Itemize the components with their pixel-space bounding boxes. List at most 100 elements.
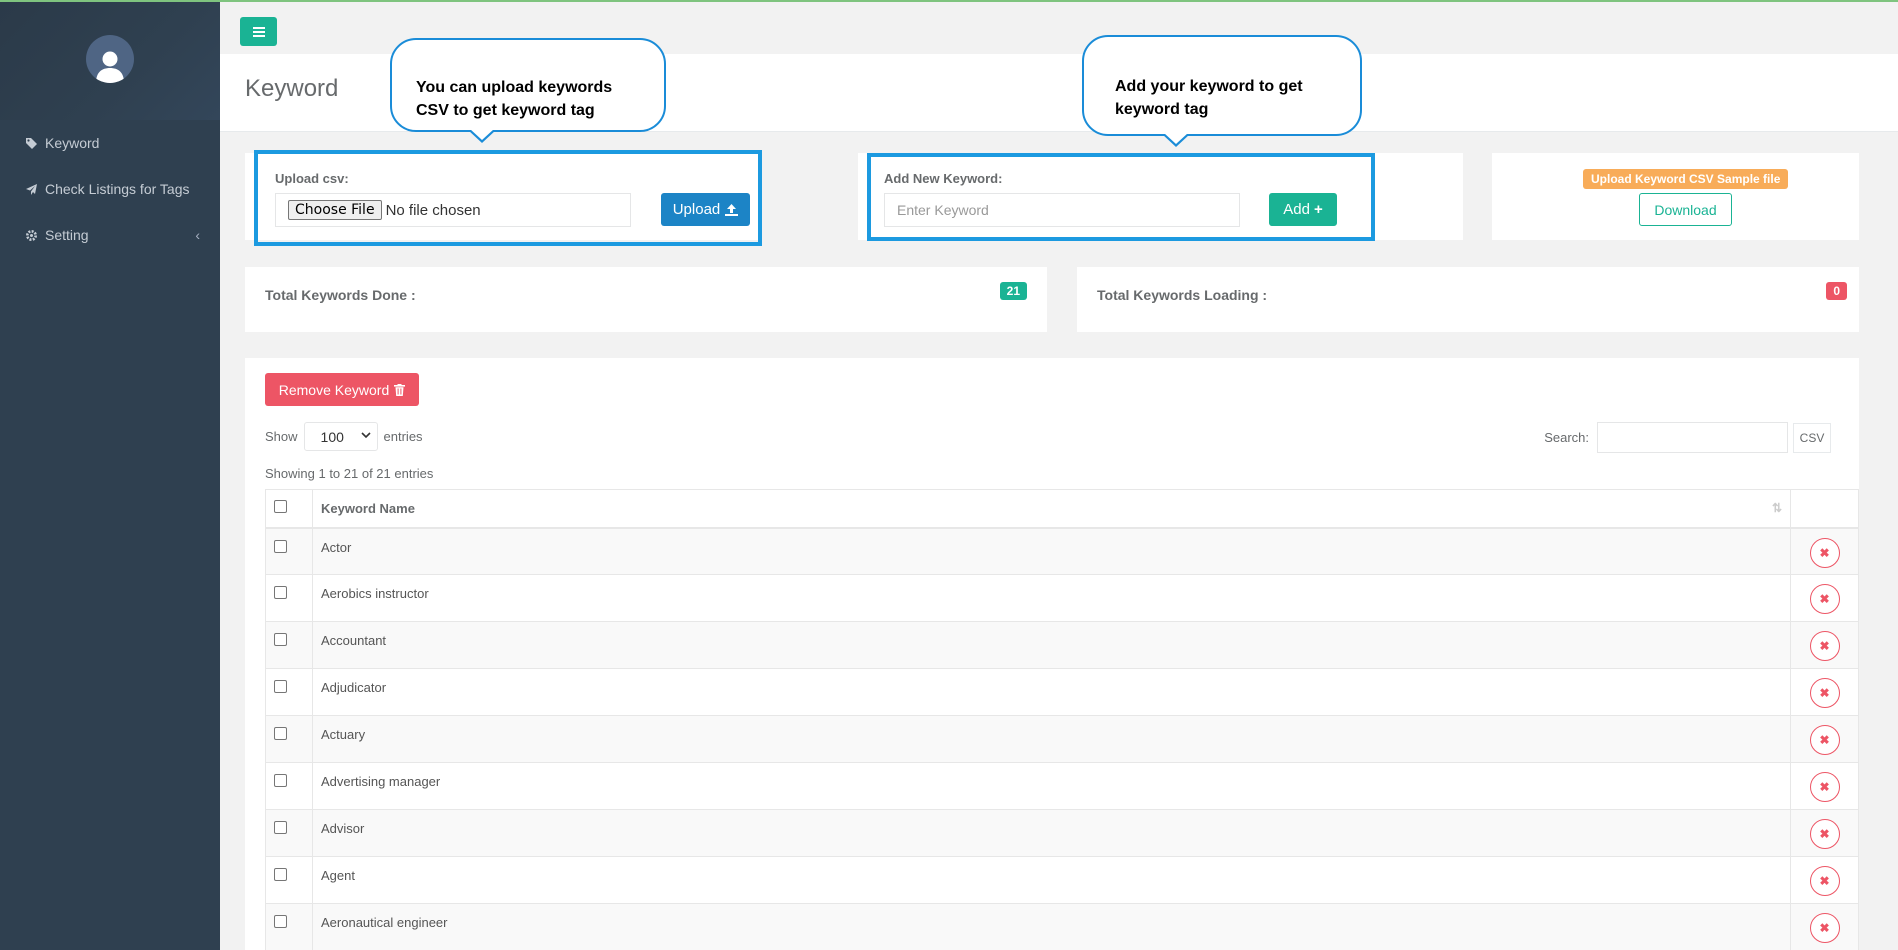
row-checkbox[interactable]: [274, 539, 287, 553]
chevron-down-icon: [360, 432, 371, 439]
action-cell: ✖: [1790, 809, 1859, 857]
upload-callout: You can upload keywords CSV to get keywo…: [390, 38, 666, 143]
sidebar-item-check-listings[interactable]: Check Listings for Tags: [0, 166, 220, 212]
action-cell: ✖: [1790, 527, 1859, 575]
row-checkbox[interactable]: [274, 868, 287, 881]
row-checkbox[interactable]: [274, 774, 287, 787]
delete-row-button[interactable]: ✖: [1809, 725, 1840, 755]
remove-keyword-label: Remove Keyword: [278, 381, 390, 398]
close-icon: ✖: [1819, 733, 1830, 747]
search-label: Search:: [1544, 430, 1589, 445]
delete-row-button[interactable]: ✖: [1809, 913, 1840, 943]
keyword-name-cell: Adjudicator: [312, 668, 1791, 716]
delete-row-button[interactable]: ✖: [1809, 537, 1840, 568]
trash-icon: [394, 383, 406, 396]
show-label: Show: [265, 429, 298, 444]
sidebar-item-keyword[interactable]: Keyword: [0, 120, 220, 166]
delete-row-button[interactable]: ✖: [1809, 678, 1840, 708]
table-row: Accountant ✖: [265, 621, 1859, 669]
paper-plane-icon: [24, 182, 38, 196]
entries-select[interactable]: 100: [303, 422, 378, 451]
action-cell: ✖: [1790, 856, 1859, 904]
sample-file-badge: Upload Keyword CSV Sample file: [1583, 169, 1789, 189]
keywords-done-box: Total Keywords Done : 21: [245, 267, 1047, 332]
table-header-row: Keyword Name ⇅: [265, 489, 1859, 529]
menu-toggle-button[interactable]: [240, 17, 277, 46]
table-search: Search: CSV: [1544, 422, 1831, 453]
delete-row-button[interactable]: ✖: [1809, 584, 1840, 614]
sidebar-profile: [0, 2, 220, 120]
user-avatar-icon[interactable]: [86, 35, 134, 83]
tag-icon: [24, 136, 38, 150]
keyword-name-cell: Actuary: [312, 715, 1791, 763]
close-icon: ✖: [1819, 686, 1830, 700]
delete-row-button[interactable]: ✖: [1809, 866, 1840, 896]
upload-callout-text: You can upload keywords CSV to get keywo…: [416, 79, 613, 119]
page-title: Keyword: [245, 75, 339, 102]
keywords-loading-count: 0: [1826, 282, 1847, 300]
add-keyword-highlight: [867, 153, 1375, 241]
close-icon: ✖: [1819, 592, 1830, 606]
row-checkbox-cell: [265, 903, 313, 950]
sidebar-item-label: Setting: [45, 227, 89, 243]
table-row: Aerobics instructor ✖: [265, 574, 1859, 622]
action-cell: ✖: [1790, 762, 1859, 810]
callout-tail: [470, 129, 494, 140]
keywords-loading-box: Total Keywords Loading : 0: [1077, 267, 1859, 332]
row-checkbox[interactable]: [274, 821, 287, 834]
keyword-name-cell: Advisor: [312, 809, 1791, 857]
entries-length-control: Show 100 entries: [265, 422, 423, 451]
close-icon: ✖: [1819, 921, 1830, 935]
close-icon: ✖: [1819, 545, 1830, 560]
row-checkbox-cell: [265, 856, 313, 904]
sidebar-item-label: Keyword: [45, 135, 100, 151]
search-input[interactable]: [1597, 422, 1788, 453]
remove-keyword-button[interactable]: Remove Keyword: [265, 373, 419, 406]
keyword-table: Keyword Name ⇅ Actor ✖ Aerobics instructor…: [265, 489, 1859, 950]
csv-export-button[interactable]: CSV: [1793, 422, 1831, 453]
table-row: Actor ✖: [265, 527, 1859, 575]
table-row: Actuary ✖: [265, 715, 1859, 763]
keyword-name-cell: Accountant: [312, 621, 1791, 669]
select-all-cell: [265, 489, 313, 529]
delete-row-button[interactable]: ✖: [1809, 772, 1840, 802]
close-icon: ✖: [1819, 780, 1830, 794]
callout-tail: [1164, 133, 1188, 144]
keyword-name-header[interactable]: Keyword Name ⇅: [312, 489, 1791, 529]
select-all-checkbox[interactable]: [274, 500, 287, 514]
keyword-name-cell: Aerobics instructor: [312, 574, 1791, 622]
action-header: [1790, 489, 1859, 529]
row-checkbox-cell: [265, 809, 313, 857]
keyword-name-header-label: Keyword Name: [321, 500, 415, 516]
add-callout: Add your keyword to get keyword tag: [1082, 35, 1362, 147]
table-row: Agent ✖: [265, 856, 1859, 904]
keyword-name-cell: Advertising manager: [312, 762, 1791, 810]
download-button[interactable]: Download: [1639, 193, 1732, 226]
hamburger-icon: [252, 26, 265, 37]
delete-row-button[interactable]: ✖: [1809, 819, 1840, 849]
sidebar-item-label: Check Listings for Tags: [45, 181, 190, 197]
row-checkbox[interactable]: [274, 727, 287, 740]
keyword-table-panel: Remove Keyword Show 100 entries Search: …: [245, 358, 1859, 950]
row-checkbox[interactable]: [274, 586, 287, 599]
keyword-name-cell: Aeronautical engineer: [312, 903, 1791, 950]
row-checkbox[interactable]: [274, 915, 287, 928]
row-checkbox[interactable]: [274, 680, 287, 693]
row-checkbox-cell: [265, 715, 313, 763]
keywords-done-label: Total Keywords Done :: [265, 287, 416, 303]
table-row: Advisor ✖: [265, 809, 1859, 857]
delete-row-button[interactable]: ✖: [1809, 631, 1840, 661]
row-checkbox[interactable]: [274, 633, 287, 646]
action-cell: ✖: [1790, 621, 1859, 669]
sample-file-panel: Upload Keyword CSV Sample file Download: [1492, 153, 1859, 240]
keywords-done-count: 21: [999, 282, 1027, 300]
action-cell: ✖: [1790, 715, 1859, 763]
row-checkbox-cell: [265, 574, 313, 622]
sidebar-item-setting[interactable]: Setting ‹: [0, 212, 220, 258]
keyword-name-cell: Agent: [312, 856, 1791, 904]
entries-label: entries: [383, 429, 423, 444]
table-row: Adjudicator ✖: [265, 668, 1859, 716]
sidebar: Keyword Check Listings for Tags Setting …: [0, 2, 220, 950]
close-icon: ✖: [1819, 827, 1830, 841]
row-checkbox-cell: [265, 527, 313, 575]
